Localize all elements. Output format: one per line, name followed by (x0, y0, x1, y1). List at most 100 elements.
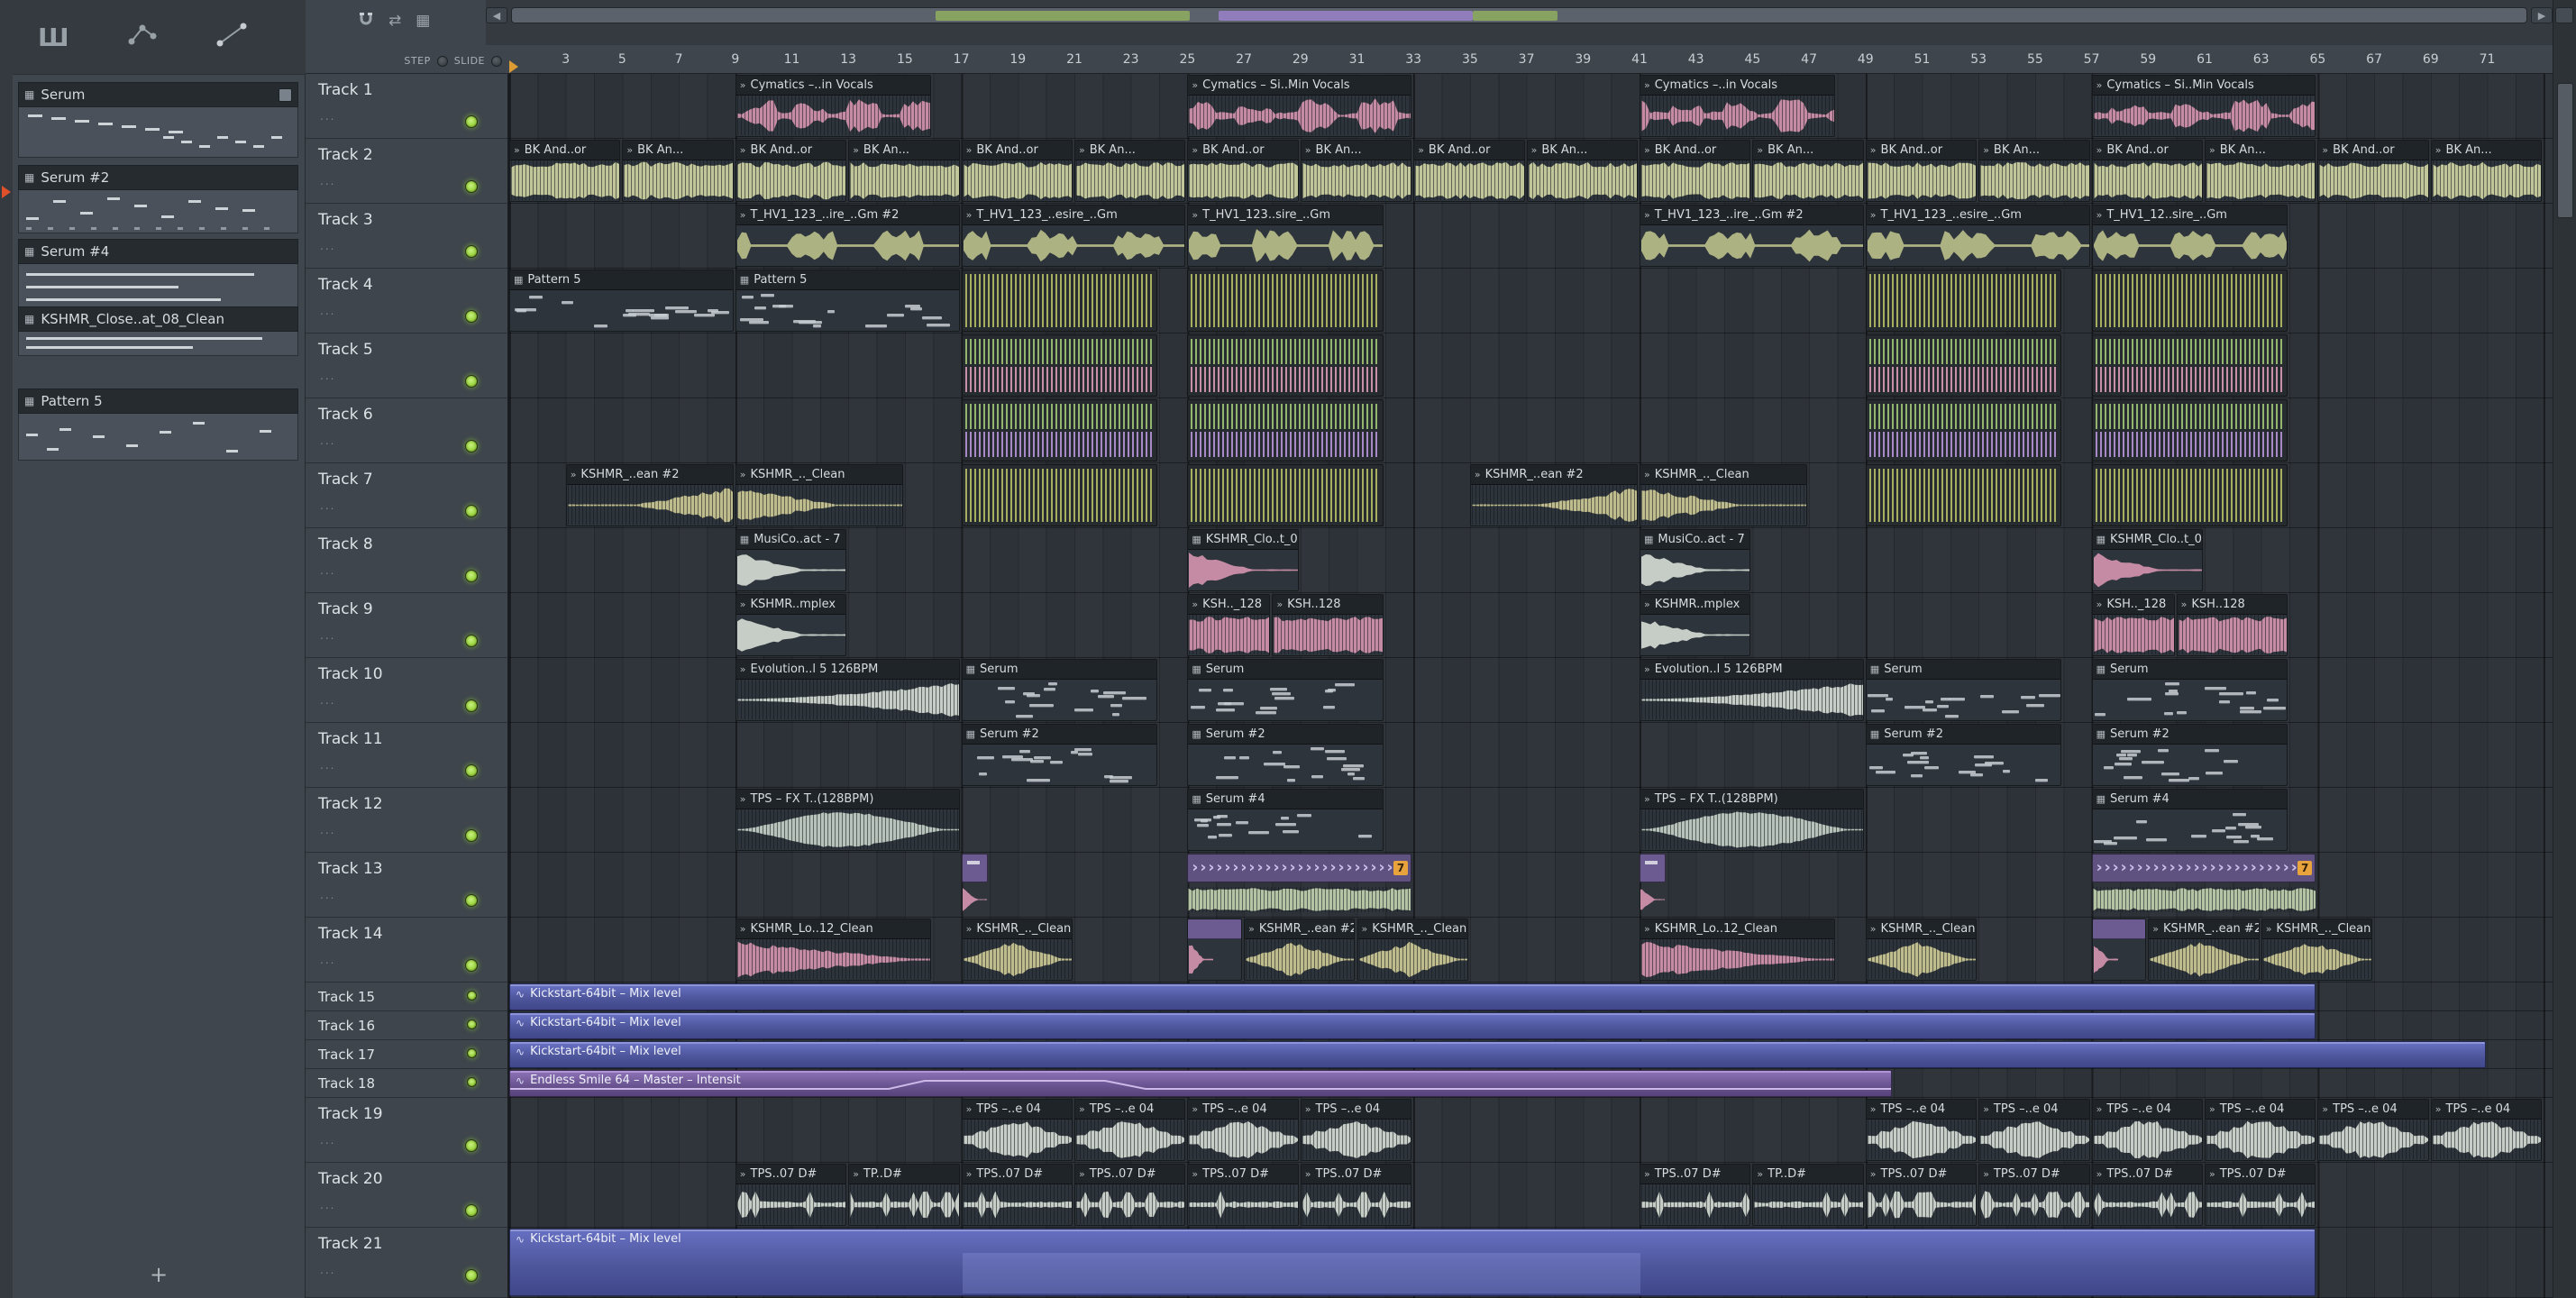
track-enable-led[interactable] (465, 115, 478, 128)
audio-clip[interactable]: » TPS..07 D# (1074, 1164, 1186, 1226)
audio-clip[interactable]: » T_HV1_123_..ire_..Gm #2 (1640, 205, 1864, 267)
pattern-clip[interactable] (1187, 919, 1243, 981)
audio-clip[interactable]: » TPS – FX T..(128BPM) (735, 789, 960, 851)
timeline-ruler[interactable]: 3 5 7 9 11 13 15 17 19 21 23 25 27 29 31 33 35 37 39 41 43 45… (509, 45, 2553, 74)
audio-clip[interactable]: » Cymatics –..in Vocals (735, 75, 932, 137)
audio-clip[interactable]: » TPS –..e 04 (1978, 1099, 2090, 1161)
track-header-7[interactable]: Track 7... (306, 463, 507, 528)
audio-clip[interactable]: » KSHMR_.._Clean (961, 919, 1073, 981)
audio-clip[interactable] (962, 886, 988, 913)
audio-clip[interactable]: » BK And..or (1640, 140, 1751, 202)
automation-clip[interactable]: ∿ Kickstart-64bit – Mix level (509, 1041, 2486, 1068)
track-enable-led[interactable] (465, 894, 478, 907)
scrollbar-handle[interactable] (511, 7, 2527, 23)
pattern-clip[interactable] (961, 270, 1158, 332)
picker-item-2[interactable]: ▦ Serum #2 (18, 165, 298, 233)
track-enable-led[interactable] (465, 764, 478, 777)
audio-clip[interactable]: » BK An... (1526, 140, 1638, 202)
node-tool-icon[interactable] (125, 20, 160, 55)
audio-clip[interactable]: » T_HV1_123..sire_..Gm (1187, 205, 1384, 267)
pattern-clip[interactable]: ▦ Serum #2 (1865, 724, 2062, 786)
audio-clip[interactable]: » BK An... (1300, 140, 1412, 202)
picker-item-5[interactable]: ▦ Pattern 5 (18, 388, 298, 461)
pattern-clip[interactable] (2091, 464, 2288, 526)
track-header-9[interactable]: Track 9... (306, 593, 507, 658)
audio-clip[interactable] (1640, 886, 1666, 913)
picker-item-button[interactable] (279, 87, 292, 102)
pattern-clip[interactable] (2091, 399, 2288, 462)
audio-clip[interactable]: » BK An... (622, 140, 734, 202)
audio-clip[interactable]: » TPS –..e 04 (2091, 1099, 2203, 1161)
track-enable-led[interactable] (465, 505, 478, 517)
track-enable-led[interactable] (465, 699, 478, 712)
track-enable-led[interactable] (465, 245, 478, 258)
pattern-clip[interactable]: ››››››››››››››››››››››››››› 7 (2091, 854, 2316, 882)
picker-item-4[interactable]: ▦ KSHMR_Close..at_08_Clean (18, 306, 298, 356)
track-header-8[interactable]: Track 8... (306, 528, 507, 593)
track-enable-led[interactable] (467, 1019, 477, 1029)
track-enable-led[interactable] (465, 440, 478, 452)
pattern-clip[interactable]: ▦ KSHMR_Clo..t_08_Clean (1187, 529, 1299, 591)
track-enable-led[interactable] (467, 1048, 477, 1058)
audio-clip[interactable]: » BK An... (1752, 140, 1864, 202)
audio-clip[interactable]: » KSHMR_..ean #2 (1244, 919, 1356, 981)
track-header-5[interactable]: Track 5... (306, 334, 507, 398)
scroll-left-arrow[interactable]: ◀ (486, 7, 507, 23)
pattern-clip[interactable] (1865, 334, 2062, 397)
audio-clip[interactable]: » TPS..07 D# (735, 1164, 847, 1226)
pattern-clip[interactable] (2091, 919, 2147, 981)
audio-clip[interactable]: » KSHMR..mplex (735, 594, 847, 656)
audio-clip[interactable]: » KSH..128 (2176, 594, 2288, 656)
pattern-clip[interactable]: ▦ MusiCo..act - 7 (735, 529, 847, 591)
audio-clip[interactable]: » KSHMR_.._Clean (2261, 919, 2373, 981)
pattern-clip[interactable]: ▦ Serum (1187, 659, 1384, 721)
audio-clip[interactable]: » BK An... (1978, 140, 2090, 202)
track-enable-led[interactable] (465, 1269, 478, 1282)
pattern-clip[interactable] (1187, 270, 1384, 332)
playhead-marker[interactable] (509, 60, 518, 73)
track-header-10[interactable]: Track 10... (306, 658, 507, 723)
playlist-grid[interactable]: » Cymatics –..in Vocals» Cymatics – Si..Mi… (509, 74, 2553, 1298)
audio-clip[interactable]: » KSHMR_Lo..12_Clean (1640, 919, 1836, 981)
pattern-clip[interactable]: ▦ Pattern 5 (509, 270, 734, 332)
track-header-11[interactable]: Track 11... (306, 723, 507, 788)
audio-clip[interactable]: » T_HV1_123_..esire_..Gm (1865, 205, 2090, 267)
audio-clip[interactable]: » TPS –..e 04 (2430, 1099, 2543, 1161)
pattern-clip[interactable]: ▦ Pattern 5 (735, 270, 960, 332)
audio-clip[interactable]: » T_HV1_123_..esire_..Gm (961, 205, 1186, 267)
pattern-clip[interactable] (961, 854, 988, 882)
automation-clip[interactable]: ∿ Kickstart-64bit – Mix level (509, 1012, 2316, 1039)
audio-clip[interactable]: » T_HV1_123_..ire_..Gm #2 (735, 205, 960, 267)
audio-clip[interactable]: » KSH.._128 (1187, 594, 1271, 656)
pattern-clip[interactable]: ▦ Serum #2 (1187, 724, 1384, 786)
audio-clip[interactable]: » BK And..or (961, 140, 1073, 202)
audio-clip[interactable]: » TP..D# (1752, 1164, 1864, 1226)
audio-clip[interactable]: » TPS..07 D# (1187, 1164, 1299, 1226)
audio-clip[interactable]: » BK An... (1074, 140, 1186, 202)
pattern-clip[interactable]: ▦ Serum #2 (2091, 724, 2288, 786)
audio-clip[interactable]: » TPS –..e 04 (1074, 1099, 1186, 1161)
add-item-button[interactable]: + (150, 1262, 168, 1287)
audio-clip[interactable]: » BK And..or (2091, 140, 2203, 202)
track-enable-led[interactable] (465, 1139, 478, 1152)
track-enable-led[interactable] (465, 180, 478, 193)
grid-tool-icon[interactable]: ▦ (416, 12, 430, 30)
pattern-clip[interactable] (1187, 399, 1384, 462)
step-toggle[interactable] (436, 55, 448, 67)
swap-tool-icon[interactable]: ⇄ (388, 12, 401, 30)
pattern-clip[interactable]: ▦ Serum (1865, 659, 2062, 721)
track-header-19[interactable]: Track 19... (306, 1098, 507, 1163)
audio-clip[interactable]: » KSHMR_.._Clean (1357, 919, 1468, 981)
audio-clip[interactable]: » KSHMR_..ean #2 (1469, 464, 1638, 526)
automation-clip[interactable]: ∿ Kickstart-64bit – Mix level (509, 983, 2316, 1010)
audio-clip[interactable]: » TPS..07 D# (1300, 1164, 1412, 1226)
audio-clip[interactable]: » BK And..or (1187, 140, 1299, 202)
audio-clip[interactable]: » BK An... (2205, 140, 2316, 202)
audio-clip[interactable]: » TPS –..e 04 (2205, 1099, 2316, 1161)
audio-clip[interactable]: » KSHMR..mplex (1640, 594, 1751, 656)
track-enable-led[interactable] (465, 310, 478, 323)
audio-clip[interactable]: » TPS –..e 04 (1300, 1099, 1412, 1161)
pattern-clip[interactable]: ▦ MusiCo..act - 7 (1640, 529, 1751, 591)
audio-clip[interactable]: » T_HV1_12..sire_..Gm (2091, 205, 2288, 267)
snap-magnet-icon[interactable] (358, 11, 374, 31)
